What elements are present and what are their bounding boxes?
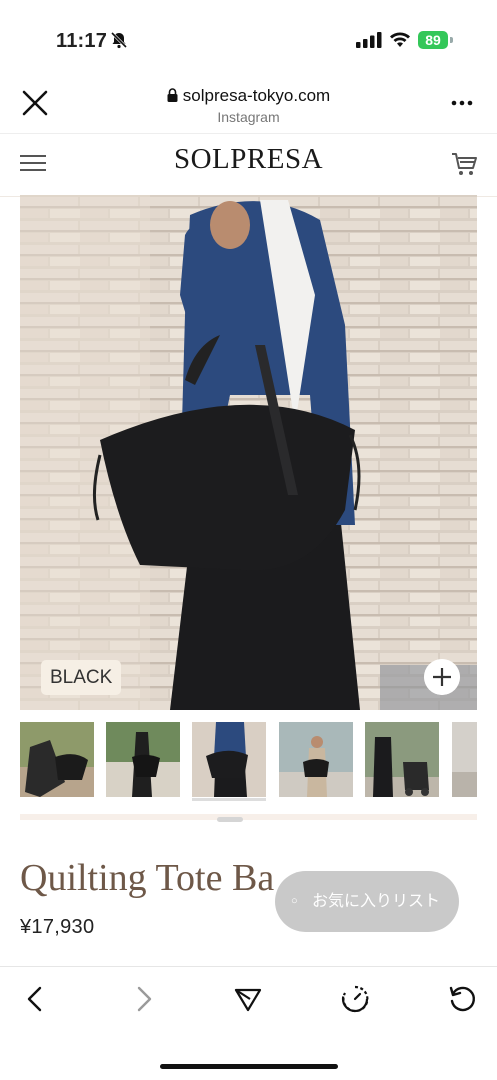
zoom-plus-icon[interactable]	[424, 659, 460, 695]
forward-arrow-icon[interactable]	[129, 985, 157, 1013]
thumbnail-3[interactable]	[192, 722, 266, 797]
thumbnail-5[interactable]	[365, 722, 439, 797]
browser-source: Instagram	[217, 109, 280, 125]
drag-handle[interactable]	[217, 817, 243, 822]
url-display[interactable]: solpresa-tokyo.com	[0, 86, 497, 106]
favorite-list-button[interactable]: ○ お気に入りリスト	[275, 871, 459, 932]
product-main-image[interactable]	[20, 195, 477, 710]
url-text: solpresa-tokyo.com	[182, 86, 331, 105]
battery-tip	[450, 37, 453, 43]
lock-icon	[167, 88, 178, 102]
favorite-list-label: お気に入りリスト	[312, 893, 441, 910]
back-arrow-icon[interactable]	[22, 985, 50, 1013]
status-time: 11:17	[56, 30, 108, 52]
product-price: ¥17,930	[20, 916, 95, 938]
thumbnail-2[interactable]	[106, 722, 180, 797]
image-pager-strip	[20, 814, 477, 820]
thumbnail-active-indicator	[192, 798, 266, 801]
status-bar: 11:17 89	[0, 0, 497, 80]
timer-icon[interactable]	[341, 985, 369, 1013]
thumbnail-1[interactable]	[20, 722, 94, 797]
share-send-icon[interactable]	[234, 985, 262, 1013]
bell-muted-icon	[110, 31, 128, 49]
cart-icon[interactable]	[450, 150, 478, 178]
wifi-icon	[390, 32, 410, 47]
cellular-signal-icon	[356, 32, 382, 48]
battery-level: 89	[418, 31, 448, 49]
more-options-icon[interactable]	[450, 96, 474, 110]
thumbnail-4[interactable]	[279, 722, 353, 797]
reload-icon[interactable]	[448, 985, 476, 1013]
thumbnail-6[interactable]	[452, 722, 477, 797]
color-badge: BLACK	[41, 660, 122, 695]
site-logo[interactable]: SOLPRESA	[0, 143, 497, 176]
product-title: Quilting Tote Ba	[20, 857, 275, 899]
favorite-icon: ○	[291, 895, 298, 907]
home-indicator	[160, 1064, 338, 1069]
